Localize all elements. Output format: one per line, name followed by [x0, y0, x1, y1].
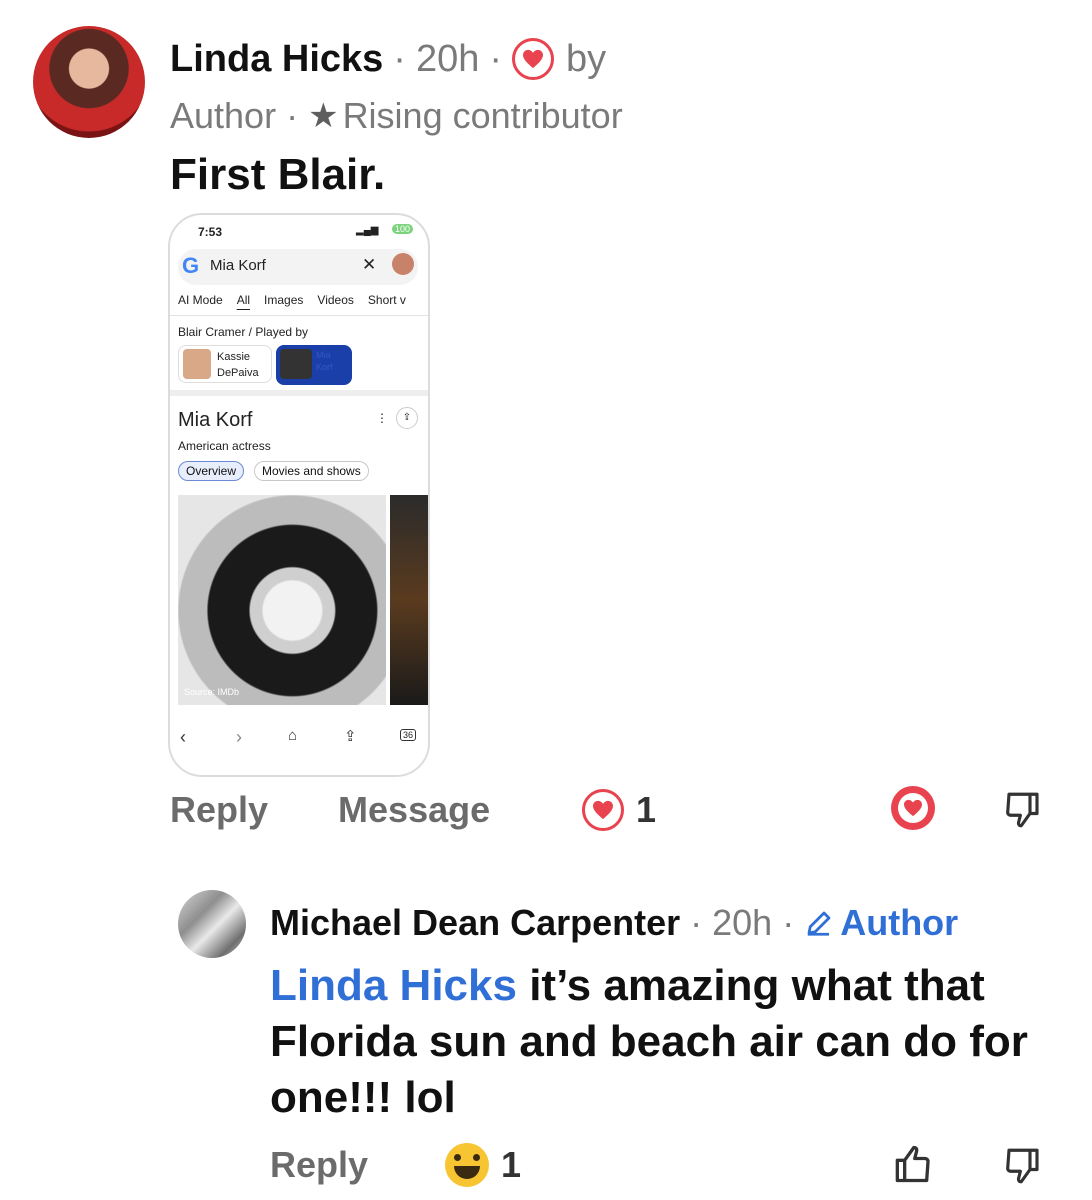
heart-icon: [898, 793, 928, 823]
thumbs-down-icon[interactable]: [1002, 1144, 1044, 1193]
close-icon[interactable]: ✕: [362, 255, 376, 275]
role-label: Author: [170, 95, 277, 136]
cast-card[interactable]: Kassie DePaiva: [178, 345, 272, 383]
tab-images[interactable]: Images: [264, 293, 303, 307]
comment-text: Linda Hicks it’s amazing what that Flori…: [270, 958, 1070, 1126]
chip-movies[interactable]: Movies and shows: [254, 461, 369, 481]
chip-overview[interactable]: Overview: [178, 461, 245, 481]
cast-name: Mia Korf: [316, 350, 333, 372]
author-name[interactable]: Linda Hicks: [170, 38, 383, 81]
avatar[interactable]: [33, 26, 145, 138]
tab-all[interactable]: All: [237, 293, 250, 307]
entity-photo[interactable]: [178, 495, 386, 705]
thumbs-up-icon[interactable]: [890, 1142, 934, 1191]
pencil-icon: [807, 911, 831, 936]
entity-photo-secondary[interactable]: [390, 495, 428, 705]
timestamp: 20h: [415, 37, 480, 80]
battery-badge: 100: [392, 224, 414, 234]
timestamp: 20h: [712, 902, 773, 943]
cast-name: Kassie DePaiva: [217, 351, 259, 379]
reaction-count: 1: [501, 1144, 522, 1185]
tab-short[interactable]: Short v: [368, 293, 406, 307]
contributor-badge: Rising contributor: [342, 95, 623, 136]
comment-actions: Reply Message: [170, 788, 490, 832]
entity-title: Mia Korf: [178, 409, 253, 431]
search-query: Mia Korf: [210, 257, 266, 274]
avatar[interactable]: [392, 253, 414, 275]
image-source: Source: IMDb: [184, 687, 240, 697]
entity-subtitle: American actress: [178, 439, 271, 453]
forward-icon[interactable]: ›: [236, 727, 242, 748]
tab-videos[interactable]: Videos: [317, 293, 353, 307]
signal-icon: ▂▄▆: [356, 225, 379, 236]
section-divider: [170, 390, 428, 396]
author-name[interactable]: Michael Dean Carpenter: [270, 902, 680, 944]
reply-button[interactable]: Reply: [170, 789, 268, 831]
reaction-by-label: by: [566, 37, 607, 80]
mention-link[interactable]: Linda Hicks: [270, 961, 517, 1010]
star-icon: ★: [308, 97, 339, 135]
tab-ai-mode[interactable]: AI Mode: [178, 293, 223, 307]
author-badge: Author: [804, 902, 958, 944]
tabs-count[interactable]: 36: [400, 729, 417, 741]
attachment-image[interactable]: 7:53 ▂▄▆ 100 G Mia Korf ✕ AI Mode All Im…: [168, 213, 430, 777]
message-button[interactable]: Message: [338, 789, 490, 831]
reaction-summary[interactable]: 1: [582, 788, 656, 832]
comment-text: First Blair.: [170, 150, 386, 199]
google-logo-icon: G: [182, 253, 200, 278]
back-icon[interactable]: ‹: [180, 727, 186, 748]
breadcrumb: Blair Cramer / Played by: [178, 325, 309, 339]
divider: [170, 315, 428, 316]
comment-actions: Reply: [270, 1142, 368, 1188]
thumbs-down-icon[interactable]: [1002, 788, 1044, 837]
role-label: Author: [840, 902, 959, 943]
cast-card-selected[interactable]: Mia Korf: [276, 345, 352, 385]
comment-meta: Author · ★ Rising contributor: [170, 95, 623, 136]
status-time: 7:53: [198, 225, 223, 239]
heart-icon: [512, 38, 555, 80]
home-icon[interactable]: ⌂: [288, 727, 297, 744]
more-icon[interactable]: ⋮: [376, 411, 388, 425]
heart-react-button[interactable]: [891, 786, 935, 830]
comment-header: Michael Dean Carpenter · 20h · Author: [270, 902, 959, 944]
search-tabs: AI Mode All Images Videos Short v: [178, 293, 406, 307]
reaction-count: 1: [636, 789, 657, 830]
reply-button[interactable]: Reply: [270, 1144, 368, 1186]
avatar[interactable]: [178, 890, 246, 958]
comment-header: Linda Hicks · 20h · by: [170, 37, 607, 81]
reaction-summary[interactable]: 1: [445, 1142, 521, 1188]
share-icon[interactable]: ⇪: [344, 727, 357, 745]
laughing-emoji-icon: [445, 1143, 489, 1187]
share-icon[interactable]: ⇪: [396, 407, 418, 429]
heart-icon: [582, 789, 624, 831]
